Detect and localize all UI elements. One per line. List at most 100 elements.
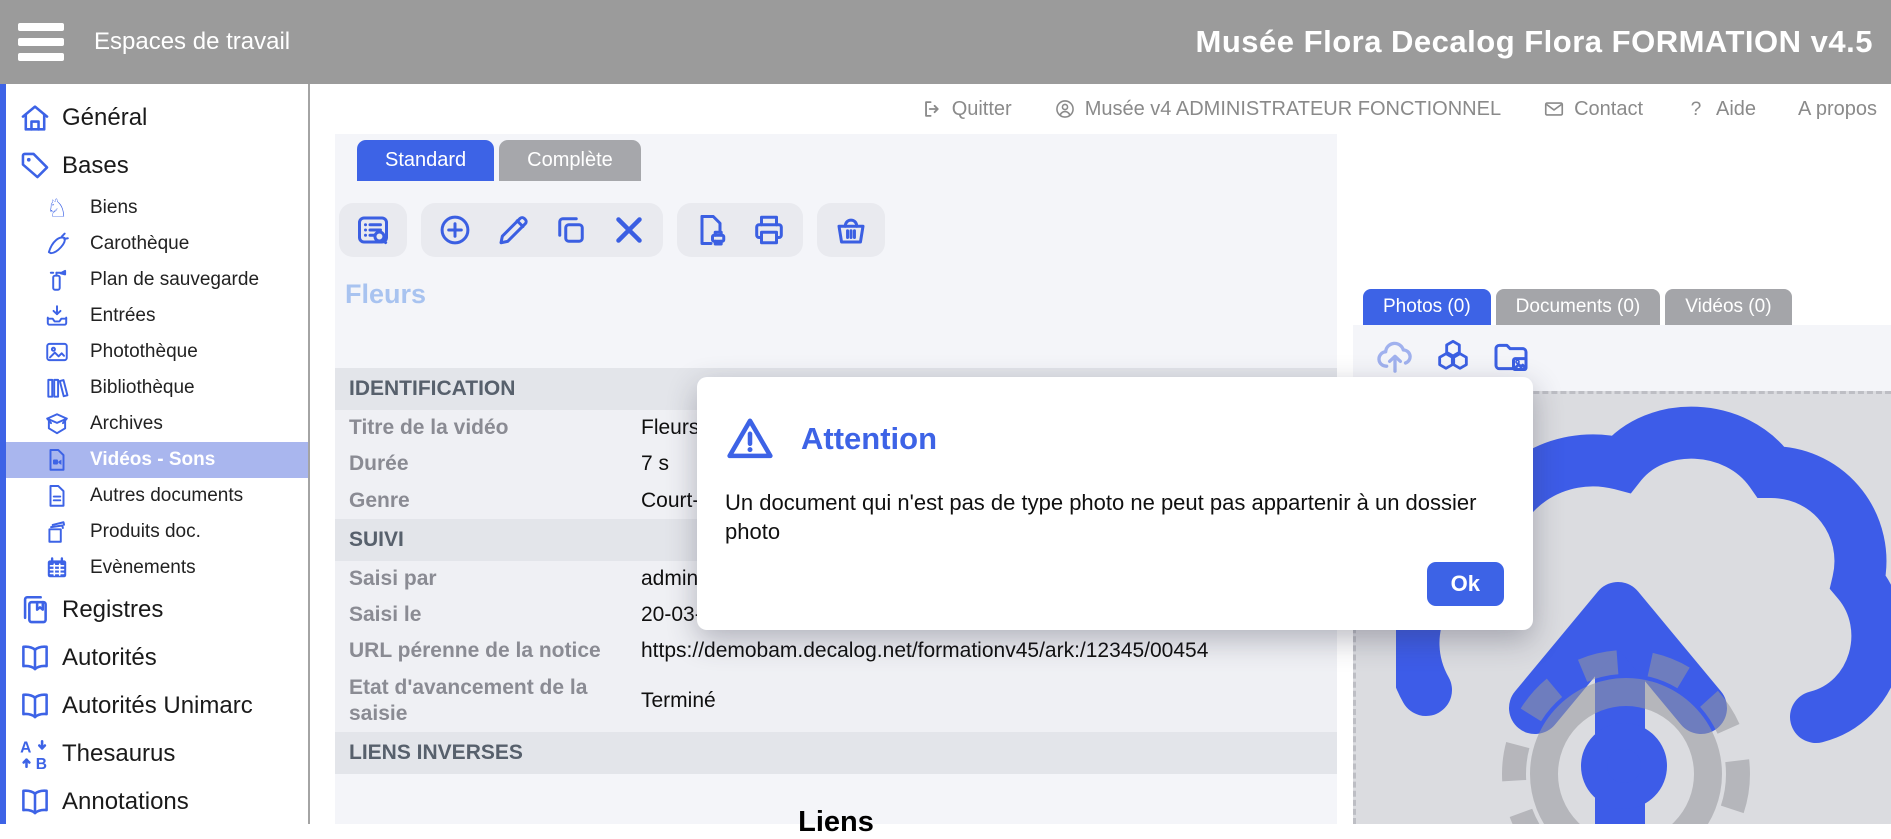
sidebar-item-label: Plan de sauvegarde [90, 269, 259, 291]
media-tab-photos-0[interactable]: Photos (0) [1363, 289, 1491, 325]
sidebar-item-label: Carothèque [90, 233, 189, 255]
edit-button[interactable] [495, 212, 531, 248]
sidebar-item-label: Autorités [62, 644, 157, 672]
workspace-label: Espaces de travail [94, 28, 290, 56]
swap-letters-icon: AB [18, 737, 52, 771]
book-open-icon [18, 785, 52, 819]
book-open-icon [18, 689, 52, 723]
sidebar-item-plan-de-sauvegarde[interactable]: Plan de sauvegarde [6, 262, 308, 298]
sidebar-item-autorites[interactable]: Autorités [6, 634, 308, 682]
dialog-title: Attention [801, 421, 937, 457]
logout-icon [921, 98, 943, 120]
question-mark-icon: ? [1685, 98, 1707, 120]
inbox-download-icon [44, 303, 70, 329]
field-label: Durée [349, 451, 641, 477]
record-title: Fleurs [345, 279, 1337, 310]
field-label: Saisi par [349, 566, 641, 592]
top-header-bar: Espaces de travail Musée Flora Decalog F… [0, 0, 1891, 84]
contact-link[interactable]: Contact [1543, 98, 1643, 121]
quit-link[interactable]: Quitter [921, 98, 1012, 121]
sidebar-item-general[interactable]: Général [6, 94, 308, 142]
sidebar-item-label: Entrées [90, 305, 155, 327]
svg-text:♘: ♘ [46, 195, 68, 221]
user-circle-icon [1054, 98, 1076, 120]
book-open-icon [18, 641, 52, 675]
toolbar-group [421, 203, 663, 257]
sidebar-item-phototheque[interactable]: Photothèque [6, 334, 308, 370]
sidebar-item-thesaurus[interactable]: ABThesaurus [6, 730, 308, 778]
utility-bar: Quitter Musée v4 ADMINISTRATEUR FONCTION… [310, 84, 1891, 134]
search-list-button[interactable] [355, 212, 391, 248]
print-button[interactable] [751, 212, 787, 248]
chess-knight-icon: ♘ [44, 195, 70, 221]
tab-complete[interactable]: Complète [499, 140, 641, 181]
svg-text:B: B [36, 756, 47, 771]
sidebar-item-archives[interactable]: Archives [6, 406, 308, 442]
group-files-button[interactable] [1433, 337, 1473, 377]
field-label: Titre de la vidéo [349, 415, 641, 441]
view-tabs: StandardComplète [357, 140, 1337, 181]
field-value: Terminé [641, 689, 1337, 713]
sidebar-item-label: Biens [90, 197, 138, 219]
basket-button[interactable] [833, 212, 869, 248]
field-label: Saisi le [349, 602, 641, 628]
sidebar-item-label: Annotations [62, 788, 189, 816]
sidebar-item-label: Vidéos - Sons [90, 449, 215, 471]
sidebar-item-autres-documents[interactable]: Autres documents [6, 478, 308, 514]
record-toolbar [339, 203, 1337, 257]
sidebar-item-label: Bases [62, 152, 129, 180]
field-row: Etat d'avancement de la saisieTerminé [335, 670, 1337, 733]
sidebar-item-carotheque[interactable]: Carothèque [6, 226, 308, 262]
media-tabs: Photos (0)Documents (0)Vidéos (0) [1363, 289, 1891, 325]
duplicate-button[interactable] [553, 212, 589, 248]
sidebar-item-registres[interactable]: Registres [6, 586, 308, 634]
media-tab-videos-0[interactable]: Vidéos (0) [1665, 289, 1791, 325]
doc-stack-icon [44, 519, 70, 545]
image-folder-button[interactable] [1491, 337, 1531, 377]
warning-triangle-icon [724, 413, 776, 465]
registers-icon [18, 593, 52, 627]
carrot-icon [44, 231, 70, 257]
sidebar-navigation: Général Bases ♘ Biens Carothèque Plan de sauv… [0, 84, 310, 824]
sidebar-item-bibliotheque[interactable]: Bibliothèque [6, 370, 308, 406]
svg-text:A: A [20, 740, 31, 757]
sidebar-item-entrees[interactable]: Entrées [6, 298, 308, 334]
field-label: Etat d'avancement de la saisie [349, 675, 641, 728]
media-tab-documents-0[interactable]: Documents (0) [1496, 289, 1661, 325]
calendar-icon [44, 555, 70, 581]
document-icon [44, 483, 70, 509]
sidebar-item-label: Archives [90, 413, 163, 435]
attention-dialog: Attention Un document qui n'est pas de t… [697, 377, 1533, 630]
video-file-icon [44, 447, 70, 473]
archive-box-icon [44, 411, 70, 437]
sidebar-item-bases[interactable]: Bases [6, 142, 308, 190]
help-link[interactable]: ? Aide [1685, 98, 1756, 121]
hamburger-menu-icon[interactable] [14, 19, 68, 65]
sidebar-item-autorites-unimarc[interactable]: Autorités Unimarc [6, 682, 308, 730]
tag-icon [18, 149, 52, 183]
tab-standard[interactable]: Standard [357, 140, 494, 181]
sidebar-item-label: Autorités Unimarc [62, 692, 253, 720]
field-row: URL pérenne de la noticehttps://demobam.… [335, 633, 1337, 669]
upload-button[interactable] [1375, 337, 1415, 377]
about-link[interactable]: A propos [1798, 98, 1877, 121]
field-value: https://demobam.decalog.net/formationv45… [641, 639, 1337, 663]
toolbar-group [677, 203, 803, 257]
sidebar-item-annotations[interactable]: Annotations [6, 778, 308, 824]
add-button[interactable] [437, 212, 473, 248]
sidebar-item-label: Registres [62, 596, 163, 624]
sidebar-item-label: Bibliothèque [90, 377, 195, 399]
sidebar-item-videos-sons[interactable]: Vidéos - Sons [6, 442, 308, 478]
sidebar-item-biens[interactable]: ♘ Biens [6, 190, 308, 226]
sidebar-item-evenements[interactable]: Evènements [6, 550, 308, 586]
field-label: URL pérenne de la notice [349, 638, 641, 664]
ok-button[interactable]: Ok [1427, 562, 1504, 606]
user-account[interactable]: Musée v4 ADMINISTRATEUR FONCTIONNEL [1054, 98, 1501, 121]
export-button[interactable] [693, 212, 729, 248]
dialog-message: Un document qui n'est pas de type photo … [725, 489, 1485, 546]
sidebar-item-produits-doc[interactable]: Produits doc. [6, 514, 308, 550]
home-icon [18, 101, 52, 135]
media-spacer [1353, 134, 1891, 289]
sidebar-item-label: Produits doc. [90, 521, 201, 543]
delete-button[interactable] [611, 212, 647, 248]
